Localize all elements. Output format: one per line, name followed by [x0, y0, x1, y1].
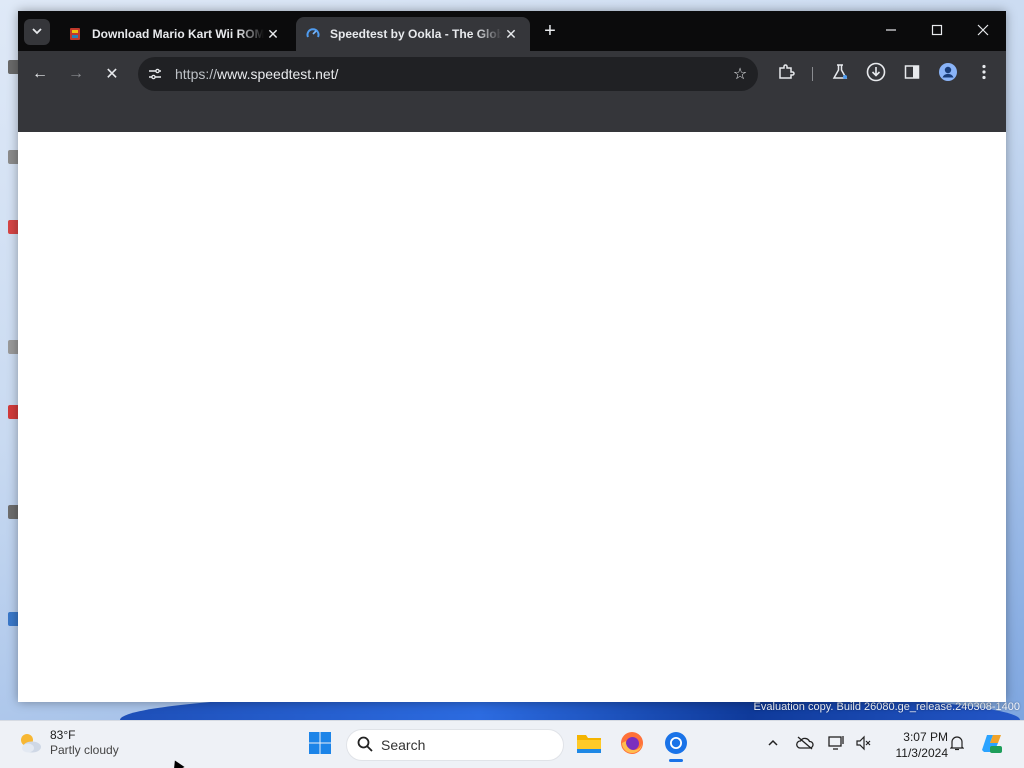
folder-icon — [576, 732, 602, 759]
weather-temp: 83°F — [50, 728, 76, 742]
maximize-icon — [931, 23, 943, 39]
minimize-icon — [885, 23, 897, 39]
avatar-icon — [938, 62, 958, 87]
copilot-icon — [978, 730, 1004, 761]
new-tab-button[interactable]: + — [538, 19, 562, 43]
browser-toolbar: ← → ✕ https://www.speedtest.net/ ☆ — [18, 51, 1006, 97]
onedrive-button[interactable] — [794, 733, 816, 755]
clock-time: 3:07 PM — [903, 730, 948, 744]
network-button[interactable] — [826, 733, 848, 755]
chevron-up-icon — [767, 737, 779, 752]
tab-search-button[interactable] — [24, 19, 50, 45]
network-icon — [828, 735, 846, 754]
address-bar[interactable]: https://www.speedtest.net/ ☆ — [138, 57, 758, 91]
windows-logo-icon — [308, 731, 332, 760]
show-hidden-icons-button[interactable] — [762, 733, 784, 755]
taskbar-search[interactable]: Search — [346, 729, 564, 761]
volume-button[interactable] — [852, 733, 874, 755]
url-scheme: https:// — [175, 66, 218, 82]
toolbar-divider — [812, 67, 813, 81]
chevron-down-icon — [31, 25, 43, 40]
page-content[interactable] — [18, 132, 1006, 702]
rom-site-icon — [68, 27, 82, 41]
firefox-icon — [620, 731, 644, 760]
search-placeholder: Search — [381, 737, 426, 753]
profile-button[interactable] — [936, 62, 960, 86]
side-panel-icon — [904, 64, 920, 85]
puzzle-icon — [777, 63, 795, 86]
back-button[interactable]: ← — [28, 62, 52, 86]
extensions-button[interactable] — [774, 62, 798, 86]
tab-title: Download Mario Kart Wii ROM — [92, 27, 264, 41]
chrome-icon — [664, 731, 688, 760]
bookmark-star-icon[interactable]: ☆ — [722, 64, 758, 84]
browser-menu-button[interactable] — [972, 62, 996, 86]
maximize-button[interactable] — [914, 15, 960, 47]
search-icon — [357, 736, 373, 755]
downloads-button[interactable] — [864, 62, 888, 86]
side-panel-button[interactable] — [900, 62, 924, 86]
window-close-button[interactable] — [960, 15, 1006, 47]
url-text[interactable]: https://www.speedtest.net/ — [172, 66, 722, 82]
tab-close-button[interactable]: ✕ — [264, 26, 282, 43]
download-icon — [866, 62, 886, 87]
bell-icon — [949, 735, 965, 754]
url-host: www.speedtest.net/ — [217, 66, 339, 82]
more-vert-icon — [982, 64, 986, 85]
clock-date: 11/3/2024 — [895, 746, 949, 760]
notifications-button[interactable] — [946, 733, 968, 755]
site-info-icon[interactable] — [138, 57, 172, 91]
tab-speedtest[interactable]: Speedtest by Ookla - The Global Broadban… — [296, 17, 530, 51]
labs-button[interactable] — [828, 62, 852, 86]
minimize-button[interactable] — [868, 15, 914, 47]
forward-button[interactable]: → — [64, 62, 88, 86]
weather-widget[interactable]: 83°F Partly cloudy — [16, 728, 119, 758]
chrome-button[interactable] — [660, 729, 692, 762]
firefox-button[interactable] — [616, 729, 648, 761]
bookmarks-bar — [18, 97, 1006, 132]
close-icon — [977, 23, 989, 39]
partly-cloudy-icon — [16, 729, 44, 757]
copilot-button[interactable] — [976, 730, 1006, 760]
browser-window: Download Mario Kart Wii ROM ✕ Speedtest … — [18, 11, 1006, 702]
taskbar: 83°F Partly cloudy Search 3:07 PM 11/3/2… — [0, 720, 1024, 768]
tab-strip: Download Mario Kart Wii ROM ✕ Speedtest … — [18, 11, 1006, 51]
file-explorer-button[interactable] — [573, 729, 605, 761]
tab-close-button[interactable]: ✕ — [502, 26, 520, 43]
start-button[interactable] — [304, 729, 336, 761]
evaluation-watermark: Evaluation copy. Build 26080.ge_release.… — [753, 701, 1020, 713]
cloud-offline-icon — [796, 736, 814, 753]
clock[interactable]: 3:07 PM 11/3/2024 — [878, 729, 949, 761]
speedtest-icon — [306, 27, 320, 41]
tab-mario-kart[interactable]: Download Mario Kart Wii ROM ✕ — [58, 17, 292, 51]
flask-icon — [831, 63, 849, 86]
speaker-muted-icon — [855, 735, 871, 754]
tab-title: Speedtest by Ookla - The Global Broadban… — [330, 27, 502, 41]
active-app-indicator — [669, 759, 683, 762]
stop-loading-button[interactable]: ✕ — [100, 62, 124, 86]
weather-condition: Partly cloudy — [50, 743, 119, 757]
